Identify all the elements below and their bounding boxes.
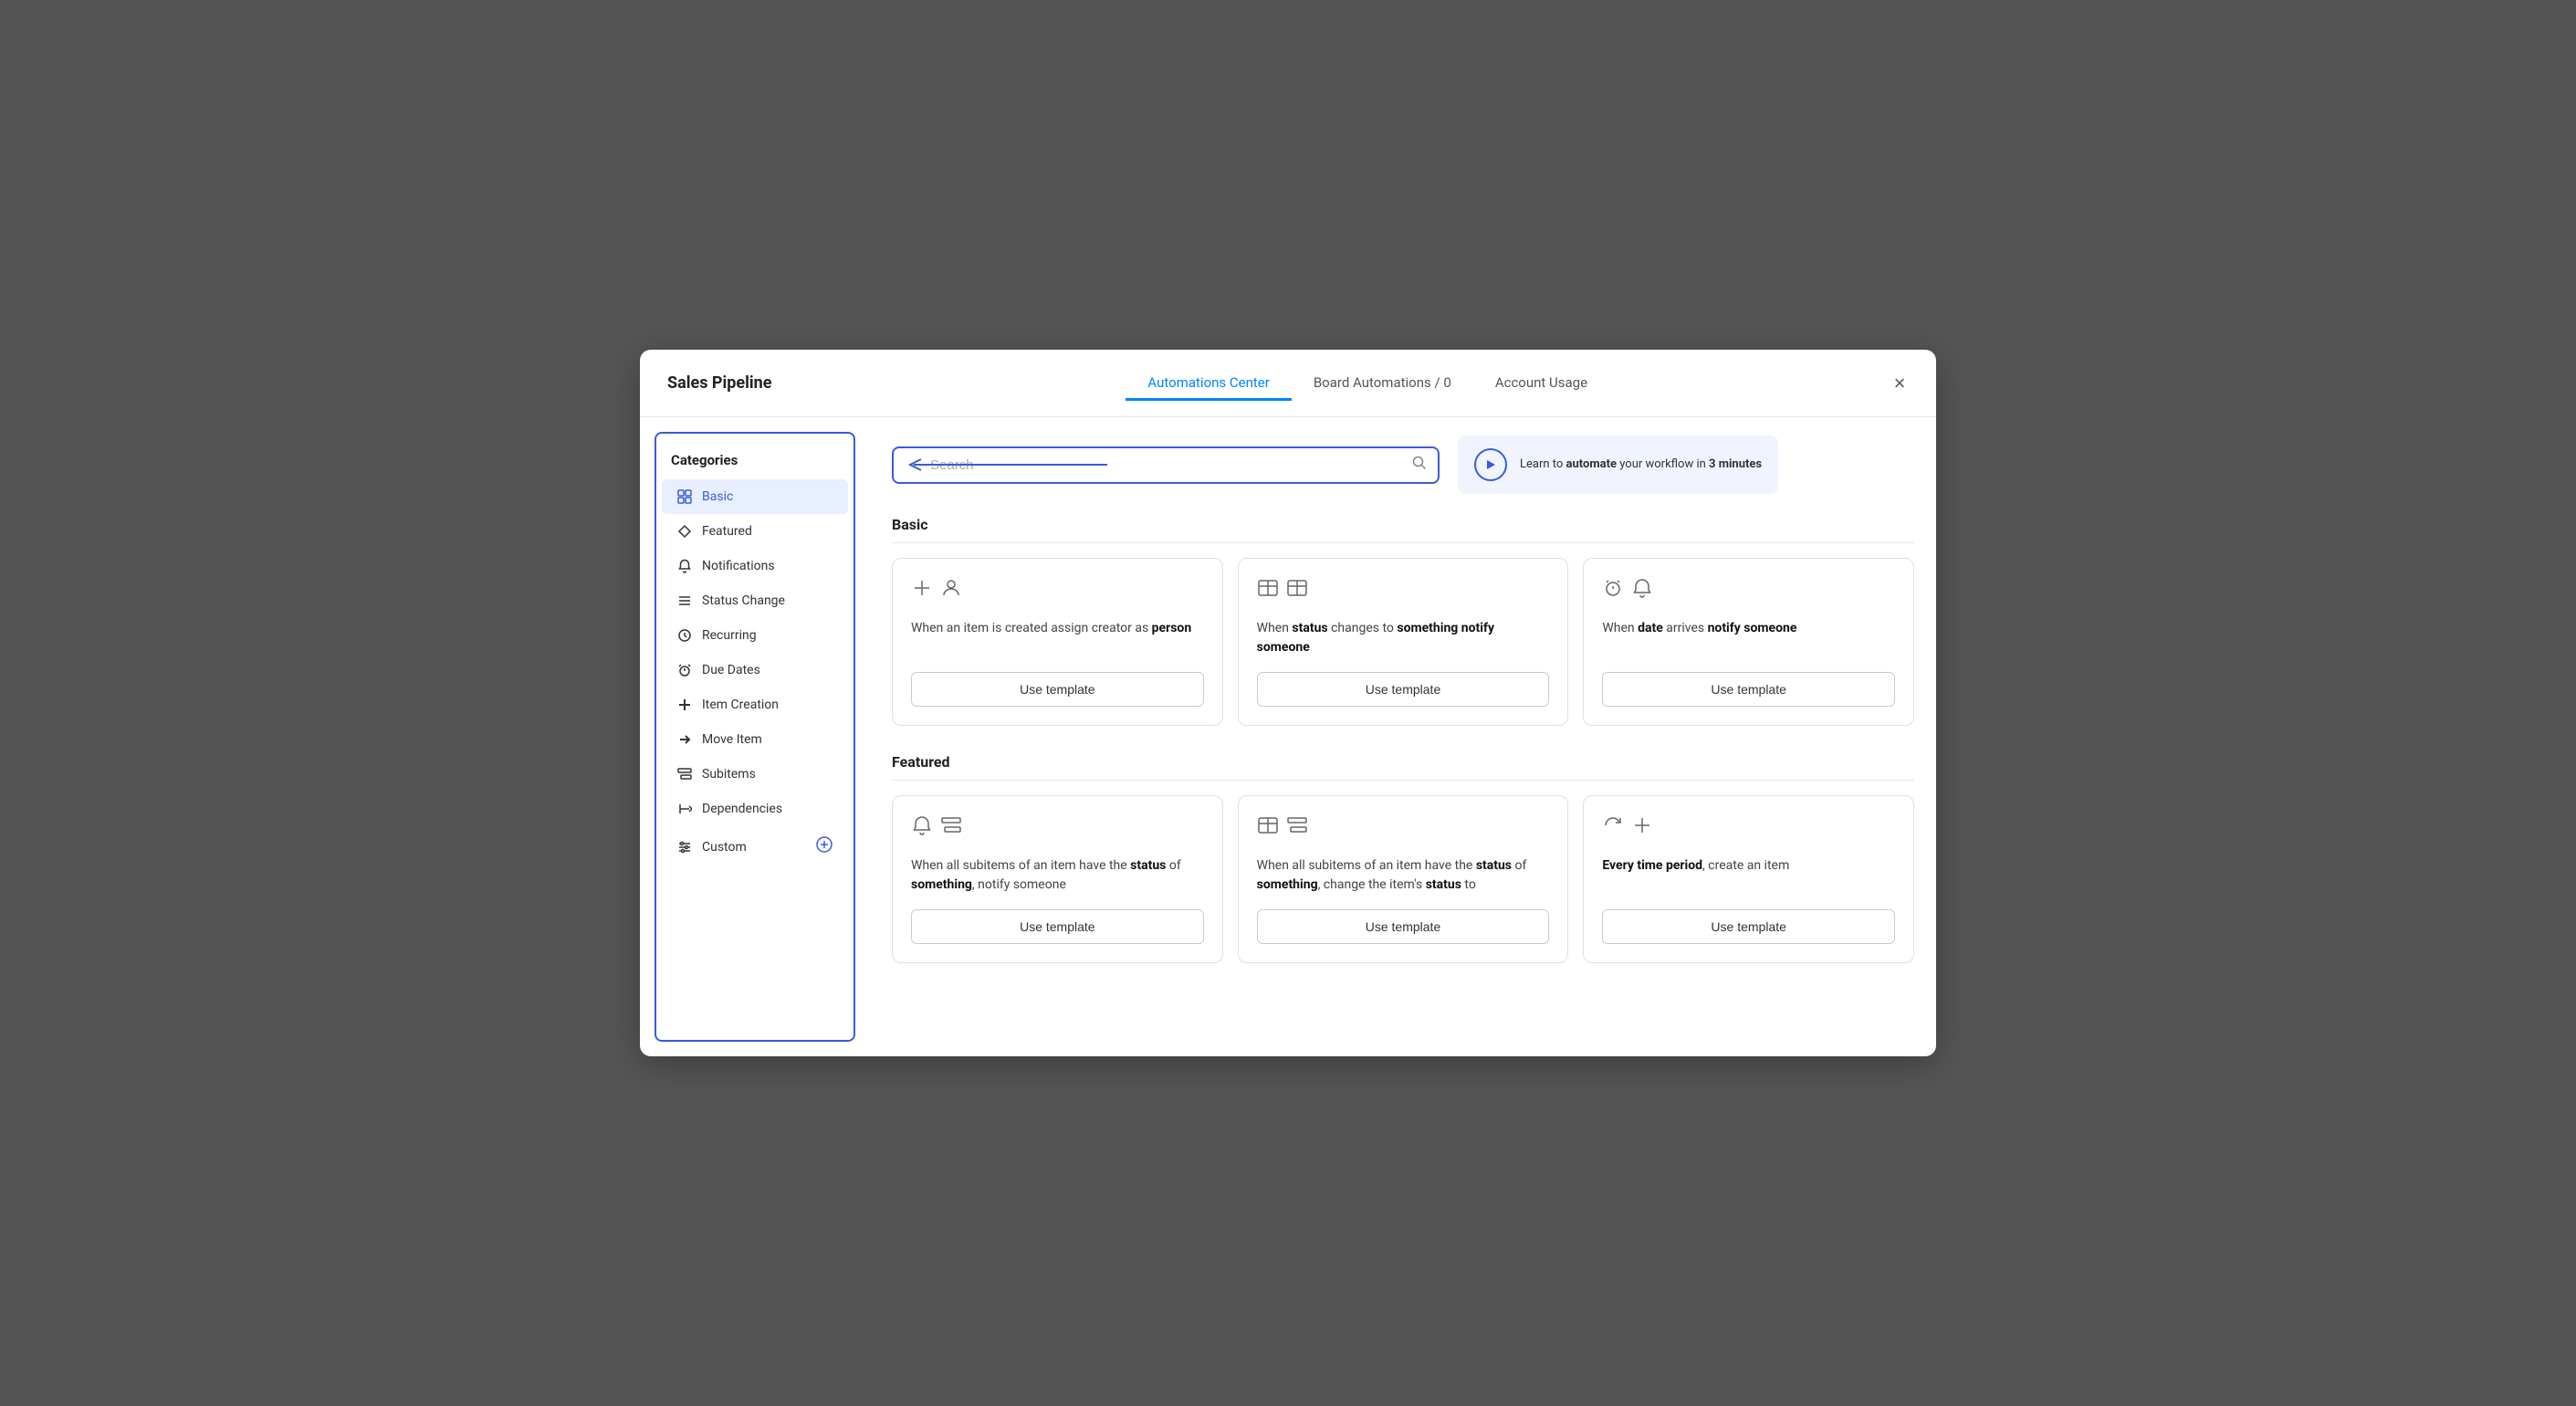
use-template-button-1[interactable]: Use template [911, 672, 1204, 707]
plus-icon [911, 577, 933, 604]
card-6-icons [1602, 814, 1895, 842]
close-button[interactable]: × [1885, 369, 1914, 398]
sidebar-item-custom-label: Custom [702, 840, 806, 855]
modal-header: Sales Pipeline Automations Center Board … [640, 350, 1936, 417]
sidebar-item-due-dates-label: Due Dates [702, 663, 833, 677]
card-2-icons [1257, 577, 1550, 604]
search-icon [1412, 456, 1427, 474]
use-template-button-4[interactable]: Use template [911, 909, 1204, 944]
dependency-icon [676, 801, 693, 817]
sidebar-item-custom[interactable]: Custom [662, 826, 848, 867]
bell-icon [676, 558, 693, 574]
plus2-icon [1631, 814, 1653, 842]
featured-cards-grid: When all subitems of an item have the st… [892, 795, 1914, 963]
table3-icon [1257, 814, 1279, 842]
table2-icon [1286, 577, 1308, 604]
bell2-icon [1631, 577, 1653, 604]
refresh-icon [1602, 814, 1624, 842]
sidebar-item-subitems[interactable]: Subitems [662, 757, 848, 792]
sidebar-item-basic[interactable]: Basic [662, 479, 848, 514]
video-card: Learn to automate your workflow in 3 min… [1458, 435, 1778, 494]
sidebar-item-move-item[interactable]: Move Item [662, 722, 848, 757]
basic-cards-grid: When an item is created assign creator a… [892, 558, 1914, 726]
list-icon [676, 593, 693, 609]
tab-account-usage[interactable]: Account Usage [1473, 367, 1609, 401]
grid-icon [676, 488, 693, 505]
sidebar-title: Categories [656, 452, 853, 479]
subitems3-icon [1286, 814, 1308, 842]
video-description: Learn to automate your workflow in 3 min… [1520, 456, 1762, 473]
use-template-button-6[interactable]: Use template [1602, 909, 1895, 944]
subitems-icon [676, 766, 693, 782]
sidebar-item-notifications-label: Notifications [702, 559, 833, 573]
automation-card-5: When all subitems of an item have the st… [1238, 795, 1569, 963]
search-input[interactable] [892, 446, 1440, 484]
sidebar-item-dependencies-label: Dependencies [702, 802, 833, 816]
arrow-right-icon [676, 731, 693, 748]
use-template-button-2[interactable]: Use template [1257, 672, 1550, 707]
featured-section-title: Featured [892, 753, 1914, 781]
sidebar-item-subitems-label: Subitems [702, 767, 833, 782]
card-4-icons [911, 814, 1204, 842]
sidebar-item-dependencies[interactable]: Dependencies [662, 792, 848, 826]
sidebar-item-basic-label: Basic [702, 489, 833, 504]
automation-card-3: When date arrives notify someone Use tem… [1583, 558, 1914, 726]
sidebar-item-featured[interactable]: Featured [662, 514, 848, 549]
sidebar-item-move-item-label: Move Item [702, 732, 833, 747]
sidebar-item-item-creation-label: Item Creation [702, 698, 833, 712]
automation-card-4: When all subitems of an item have the st… [892, 795, 1223, 963]
subitems2-icon [940, 814, 962, 842]
sidebar-item-recurring-label: Recurring [702, 628, 833, 643]
sidebar-item-item-creation[interactable]: Item Creation [662, 687, 848, 722]
sidebar: Categories Basic [654, 432, 855, 1042]
bell3-icon [911, 814, 933, 842]
card-5-icons [1257, 814, 1550, 842]
featured-section: Featured [892, 753, 1914, 963]
sidebar-item-recurring[interactable]: Recurring [662, 618, 848, 653]
sidebar-item-featured-label: Featured [702, 524, 833, 539]
modal-container: Sales Pipeline Automations Center Board … [640, 350, 1936, 1056]
diamond-icon [676, 523, 693, 540]
basic-section-title: Basic [892, 516, 1914, 543]
modal-body: Categories Basic [640, 417, 1936, 1056]
main-content: Learn to automate your workflow in 3 min… [870, 417, 1936, 1056]
card-1-description: When an item is created assign creator a… [911, 619, 1204, 657]
alarm2-icon [1602, 577, 1624, 604]
automation-card-1: When an item is created assign creator a… [892, 558, 1223, 726]
add-custom-icon[interactable] [815, 835, 833, 858]
person-icon [940, 577, 962, 604]
play-button[interactable] [1474, 448, 1507, 481]
card-4-description: When all subitems of an item have the st… [911, 856, 1204, 895]
plus-icon [676, 697, 693, 713]
card-3-icons [1602, 577, 1895, 604]
sliders-icon [676, 839, 693, 855]
table-icon [1257, 577, 1279, 604]
sidebar-item-status-change[interactable]: Status Change [662, 583, 848, 618]
modal-title: Sales Pipeline [667, 373, 771, 393]
sidebar-item-status-change-label: Status Change [702, 593, 833, 608]
search-container [892, 446, 1440, 484]
tab-automations-center[interactable]: Automations Center [1126, 367, 1291, 401]
use-template-button-3[interactable]: Use template [1602, 672, 1895, 707]
tab-board-automations[interactable]: Board Automations / 0 [1292, 367, 1473, 401]
automation-card-6: Every time period, create an item Use te… [1583, 795, 1914, 963]
card-6-description: Every time period, create an item [1602, 856, 1895, 895]
card-3-description: When date arrives notify someone [1602, 619, 1895, 657]
use-template-button-5[interactable]: Use template [1257, 909, 1550, 944]
card-5-description: When all subitems of an item have the st… [1257, 856, 1550, 895]
header-tabs: Automations Center Board Automations / 0… [826, 366, 1909, 400]
alarm-icon [676, 662, 693, 678]
card-2-description: When status changes to something notify … [1257, 619, 1550, 657]
sidebar-item-due-dates[interactable]: Due Dates [662, 653, 848, 687]
automation-card-2: When status changes to something notify … [1238, 558, 1569, 726]
search-video-row: Learn to automate your workflow in 3 min… [892, 435, 1914, 494]
basic-section: Basic [892, 516, 1914, 726]
clock-icon [676, 627, 693, 644]
sidebar-item-notifications[interactable]: Notifications [662, 549, 848, 583]
card-1-icons [911, 577, 1204, 604]
